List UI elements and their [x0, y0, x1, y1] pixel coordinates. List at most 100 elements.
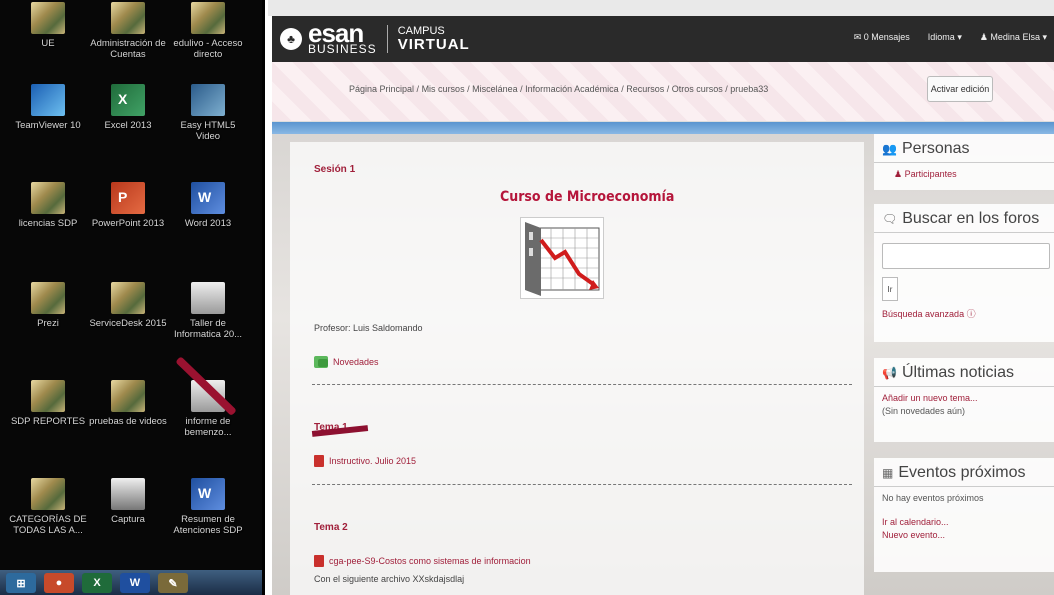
desktop-icon[interactable]: ServiceDesk 2015 — [88, 282, 168, 329]
blue-divider — [272, 122, 1054, 134]
paint-icon[interactable]: ✎ — [158, 573, 188, 593]
person-icon: ♟ — [894, 169, 905, 179]
news-forum-link[interactable]: Novedades — [314, 356, 379, 368]
page-header-banner: Página Principal / Mis cursos / Miscelán… — [272, 62, 1054, 122]
desktop-icon[interactable]: Prezi — [8, 282, 88, 329]
costos-file-link[interactable]: cga-pee-S9-Costos como sistemas de infor… — [314, 555, 531, 567]
desktop-icon-label: PowerPoint 2013 — [91, 218, 165, 229]
search-go-button[interactable]: Ir — [882, 277, 898, 301]
language-menu[interactable]: Idioma ▾ — [928, 32, 962, 43]
folder-file-icon — [31, 478, 65, 510]
word-file-icon — [191, 182, 225, 214]
desktop-icon[interactable]: Excel 2013 — [88, 84, 168, 131]
breadcrumb-link[interactable]: Información Académica — [525, 84, 619, 94]
desktop-icon-label: UE — [41, 38, 55, 49]
breadcrumb-link[interactable]: Otros cursos — [672, 84, 723, 94]
desktop-icon[interactable]: Captura — [88, 478, 168, 525]
block-title-search: Buscar en los foros — [902, 210, 1040, 227]
desktop-icon[interactable]: licencias SDP — [8, 182, 88, 229]
desktop-icon[interactable]: edulivo - Acceso directo — [168, 2, 248, 60]
section-title-tema-2: Tema 2 — [314, 522, 348, 533]
desktop-icon[interactable]: PowerPoint 2013 — [88, 182, 168, 229]
esan-logo[interactable]: ♣ esan BUSINESS CAMPUS VIRTUAL — [280, 18, 470, 56]
folder-file-icon — [31, 380, 65, 412]
excel-file-icon — [111, 84, 145, 116]
megaphone-icon: 📢 — [882, 366, 897, 380]
instructivo-link[interactable]: Instructivo. Julio 2015 — [314, 455, 416, 467]
messages-link[interactable]: ✉ 0 Mensajes — [854, 32, 910, 43]
no-news-text: (Sin novedades aún) — [882, 406, 966, 416]
folder-file-icon — [111, 282, 145, 314]
course-title: Curso de Microeconomía — [500, 189, 675, 205]
chrome-icon[interactable]: ● — [44, 573, 74, 593]
section-title-sesion-1: Sesión 1 — [314, 164, 356, 175]
chevron-down-icon: ▾ — [1042, 32, 1047, 42]
pdf-icon — [314, 555, 324, 567]
desktop-icon-label: pruebas de videos — [89, 416, 167, 427]
section-divider — [312, 384, 852, 385]
add-topic-link[interactable]: Añadir un nuevo tema... — [882, 393, 1049, 403]
desktop-icon[interactable]: UE — [8, 2, 88, 49]
advanced-search-link[interactable]: Búsqueda avanzada ⓘ — [882, 307, 1049, 320]
breadcrumb-separator: / — [664, 84, 672, 94]
desktop-icon[interactable]: TeamViewer 10 — [8, 84, 88, 131]
start-button[interactable]: ⊞ — [6, 573, 36, 593]
top-navbar: ♣ esan BUSINESS CAMPUS VIRTUAL ✉ 0 Mensa… — [272, 16, 1054, 62]
breadcrumb-link[interactable]: Página Principal — [349, 84, 414, 94]
participants-link[interactable]: ♟ Participantes — [882, 169, 1049, 180]
desktop-icon-label: ServiceDesk 2015 — [89, 318, 167, 329]
desktop-icon[interactable]: Resumen de Atenciones SDP — [168, 478, 248, 536]
folder-file-icon — [31, 182, 65, 214]
tree-icon: ♣ — [280, 28, 302, 50]
excel-icon[interactable]: X — [82, 573, 112, 593]
desktop-icon-label: Excel 2013 — [104, 120, 152, 131]
desktop-icon-label: Resumen de Atenciones SDP — [173, 514, 243, 536]
brand-sub: BUSINESS — [308, 42, 377, 56]
block-title-events: Eventos próximos — [898, 464, 1026, 481]
news-forum-label: Novedades — [333, 357, 379, 367]
desktop-icon[interactable]: pruebas de videos — [88, 380, 168, 427]
economics-chart-image — [520, 217, 604, 299]
folder-file-icon — [111, 2, 145, 34]
desktop-icon[interactable]: SDP REPORTES — [8, 380, 88, 427]
word-file-icon — [191, 478, 225, 510]
forum-icon — [314, 356, 328, 368]
professor-name: Profesor: Luis Saldomando — [314, 323, 423, 333]
desktop-icon[interactable]: Word 2013 — [168, 182, 248, 229]
calendar-link[interactable]: Ir al calendario... — [882, 517, 1049, 527]
user-menu[interactable]: ♟ Medina Elsa ▾ — [980, 32, 1047, 43]
desktop-icon-label: edulivo - Acceso directo — [173, 38, 243, 60]
desktop-icon[interactable]: Easy HTML5 Video — [168, 84, 248, 142]
forum-search-input[interactable] — [882, 243, 1050, 269]
desktop-icon-label: Administración de Cuentas — [90, 38, 166, 60]
breadcrumb-link[interactable]: Miscelánea — [472, 84, 518, 94]
browser-window: ♣ esan BUSINESS CAMPUS VIRTUAL ✉ 0 Mensa… — [265, 0, 1054, 595]
ppt-file-icon — [111, 182, 145, 214]
chat-bubble-icon: 🗨 — [882, 212, 898, 226]
desktop-icon[interactable]: Administración de Cuentas — [88, 2, 168, 60]
breadcrumb-link[interactable]: Mis cursos — [422, 84, 465, 94]
breadcrumb-link[interactable]: Recursos — [626, 84, 664, 94]
no-events-text: No hay eventos próximos — [882, 493, 984, 503]
brand-main: esan — [308, 18, 364, 48]
pdf-icon — [314, 455, 324, 467]
desktop-icon-label: Taller de Informatica 20... — [173, 318, 243, 340]
activate-edit-button[interactable]: Activar edición — [927, 76, 993, 102]
course-content: Sesión 1 Curso de Microeconomía Profesor… — [290, 142, 864, 595]
breadcrumb-separator: / — [464, 84, 473, 94]
desktop-icon-label: CATEGORÍAS DE TODAS LAS A... — [9, 514, 87, 536]
desktop-icon[interactable]: Taller de Informatica 20... — [168, 282, 248, 340]
breadcrumb-link[interactable]: prueba33 — [730, 84, 768, 94]
desktop-icon-label: Easy HTML5 Video — [180, 120, 236, 142]
logo-divider — [386, 25, 388, 53]
easy-file-icon — [191, 84, 225, 116]
folder-file-icon — [31, 2, 65, 34]
word-icon[interactable]: W — [120, 573, 150, 593]
folder-file-icon — [191, 2, 225, 34]
capt-file-icon — [111, 478, 145, 510]
folder-file-icon — [111, 380, 145, 412]
desktop-icon[interactable]: CATEGORÍAS DE TODAS LAS A... — [8, 478, 88, 536]
doc-file-icon — [191, 282, 225, 314]
new-event-link[interactable]: Nuevo evento... — [882, 530, 1049, 540]
desktop: UE Administración de Cuentas edulivo - Acc… — [0, 0, 262, 595]
